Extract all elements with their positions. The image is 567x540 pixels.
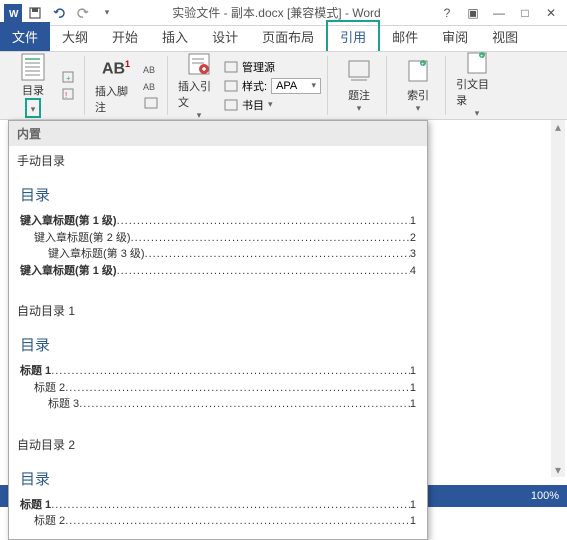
index-icon: + (402, 56, 434, 86)
tab-home[interactable]: 开始 (100, 22, 150, 51)
manage-sources-button[interactable]: 管理源 (224, 58, 321, 76)
citation-style-select[interactable]: APA ▾ (271, 78, 321, 94)
svg-text:AB: AB (143, 82, 155, 92)
vertical-scrollbar[interactable]: ▴ ▾ (551, 120, 565, 477)
group-captions: 题注 ▾ (332, 56, 387, 115)
manage-sources-icon (224, 61, 238, 73)
footnote-label: 插入脚注 (95, 83, 137, 115)
svg-text:+: + (480, 54, 484, 60)
tab-references[interactable]: 引用 (326, 20, 380, 51)
toc-line: 标题 3....................................… (20, 396, 416, 413)
next-footnote-button[interactable]: AB (141, 78, 161, 94)
citation-style-row: 样式: APA ▾ (224, 77, 321, 95)
group-index: + 索引 ▾ (391, 56, 446, 115)
chevron-down-icon: ▾ (197, 110, 202, 121)
manual-toc-label: 手动目录 (9, 146, 427, 173)
tab-mailings[interactable]: 邮件 (380, 22, 430, 51)
manual-toc-preview[interactable]: 目录 键入章标题(第 1 级).........................… (17, 177, 419, 286)
dropdown-builtin-header: 内置 (9, 121, 427, 146)
watermark: XITONGZHIJIA.NET (448, 438, 549, 489)
insert-citation-button[interactable]: 插入引文 ▾ (178, 57, 220, 115)
toc-dropdown-panel: 内置 手动目录 目录 键入章标题(第 1 级).................… (8, 120, 428, 540)
scroll-down-arrow[interactable]: ▾ (551, 463, 565, 477)
toa-icon: + (461, 51, 493, 75)
svg-text:AB: AB (143, 65, 155, 75)
toc-line: 标题 1....................................… (20, 363, 416, 380)
scroll-up-arrow[interactable]: ▴ (551, 120, 565, 134)
toc-line: 标题 2....................................… (20, 380, 416, 397)
undo-button[interactable] (48, 2, 70, 24)
tab-layout[interactable]: 页面布局 (250, 22, 326, 51)
toc-line: 键入章标题(第 1 级)............................… (20, 263, 416, 280)
style-icon (224, 80, 238, 92)
caption-button[interactable]: 题注 ▾ (338, 56, 380, 114)
toa-button[interactable]: + 引文目录 ▾ (456, 56, 498, 114)
bibliography-button[interactable]: 书目 ▾ (224, 96, 321, 114)
toc-icon (17, 53, 49, 81)
toc-line: 键入章标题(第 3 级)............................… (20, 246, 416, 263)
tab-outline[interactable]: 大纲 (50, 22, 100, 51)
update-toc-button[interactable]: ! (58, 86, 78, 102)
toc-label: 目录 (22, 82, 44, 98)
svg-text:+: + (421, 62, 425, 68)
toc-line: 标题 2....................................… (20, 513, 416, 530)
redo-button[interactable] (72, 2, 94, 24)
auto-toc-1-label: 自动目录 1 (9, 296, 427, 323)
caption-icon (343, 56, 375, 86)
window-title: 实验文件 - 副本.docx [兼容模式] - Word (118, 4, 435, 21)
group-toc: 目录 ▾ + ! (6, 56, 85, 115)
auto-toc-1-preview[interactable]: 目录 标题 1.................................… (17, 327, 419, 420)
index-button[interactable]: + 索引 ▾ (397, 56, 439, 114)
insert-footnote-button[interactable]: AB1 插入脚注 (95, 57, 137, 115)
citation-icon (183, 51, 215, 77)
insert-endnote-button[interactable]: AB (141, 61, 161, 77)
ribbon-display-button[interactable]: ▣ (461, 3, 485, 23)
minimize-button[interactable]: — (487, 3, 511, 23)
toc-button[interactable]: 目录 ▾ (12, 57, 54, 115)
auto-toc-2-label: 自动目录 2 (9, 430, 427, 457)
citation-label: 插入引文 (178, 78, 220, 110)
toc-title: 目录 (20, 334, 416, 355)
ribbon: 目录 ▾ + ! AB1 插入脚注 AB AB (0, 52, 567, 120)
tab-design[interactable]: 设计 (200, 22, 250, 51)
tab-view[interactable]: 视图 (480, 22, 530, 51)
svg-text:W: W (9, 9, 19, 19)
toc-title: 目录 (20, 184, 416, 205)
chevron-down-icon: ▾ (312, 80, 317, 91)
ribbon-tabs: 文件 大纲 开始 插入 设计 页面布局 引用 邮件 审阅 视图 (0, 26, 567, 52)
toc-title: 目录 (20, 468, 416, 489)
group-toa: + 引文目录 ▾ (450, 56, 504, 115)
help-button[interactable]: ? (435, 3, 459, 23)
save-button[interactable] (24, 2, 46, 24)
footnote-icon: AB1 (100, 57, 132, 82)
maximize-button[interactable]: □ (513, 3, 537, 23)
tab-insert[interactable]: 插入 (150, 22, 200, 51)
tab-review[interactable]: 审阅 (430, 22, 480, 51)
toc-line: 键入章标题(第 1 级)............................… (20, 213, 416, 230)
chevron-down-icon: ▾ (416, 103, 421, 114)
show-notes-button[interactable] (141, 95, 161, 111)
window-controls: ? ▣ — □ ✕ (435, 3, 563, 23)
add-text-button[interactable]: + (58, 69, 78, 85)
toc-dropdown-arrow: ▾ (25, 98, 42, 118)
qat-customize[interactable]: ▾ (96, 2, 118, 24)
auto-toc-2-preview[interactable]: 目录 标题 1.................................… (17, 461, 419, 537)
qat: W ▾ (4, 2, 118, 24)
close-button[interactable]: ✕ (539, 3, 563, 23)
toc-line: 键入章标题(第 2 级)............................… (20, 230, 416, 247)
group-citations: 插入引文 ▾ 管理源 样式: APA ▾ 书目 (172, 56, 328, 115)
zoom-level[interactable]: 100% (531, 490, 559, 502)
svg-text:!: ! (65, 91, 67, 100)
group-footnotes: AB1 插入脚注 AB AB (89, 56, 168, 115)
svg-text:+: + (66, 74, 71, 83)
chevron-down-icon: ▾ (475, 108, 480, 119)
word-icon: W (4, 4, 22, 22)
tab-file[interactable]: 文件 (0, 22, 50, 51)
chevron-down-icon: ▾ (357, 103, 362, 114)
chevron-down-icon: ▾ (268, 99, 273, 110)
bibliography-icon (224, 99, 238, 111)
toc-line: 标题 1....................................… (20, 497, 416, 514)
